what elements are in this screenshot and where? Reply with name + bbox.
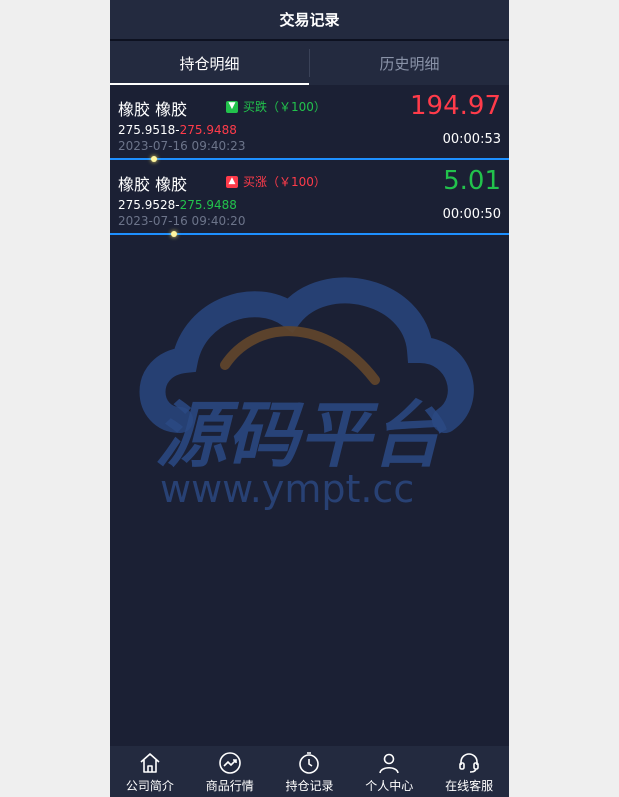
nav-label: 个人中心 [365,779,414,793]
product-name: 橡胶 橡胶 [118,100,188,119]
nav-market[interactable]: 商品行情 [190,746,270,797]
watermark-text: 源码平台 [155,393,447,477]
progress-knob [170,231,177,237]
profit-loss: 5.01 [443,166,501,196]
nav-label: 商品行情 [205,779,254,793]
elapsed-time: 00:00:50 [442,207,501,222]
nav-label: 在线客服 [445,779,494,793]
watermark-logo: 源码平台 www.ympt.cc [139,277,474,511]
trade-time: 2023-07-16 09:40:23 [118,139,246,153]
product-name: 橡胶 橡胶 [118,175,188,194]
nav-label: 公司简介 [125,779,174,793]
price-range: 275.9528-275.9488 [118,198,237,212]
headset-icon [459,753,479,773]
bottom-nav: 公司简介 商品行情 持仓记录 个人中心 在线客服 [110,746,509,797]
direction-badge: ▼ 买跌（￥100） [226,98,326,115]
nav-positions[interactable]: 持仓记录 [270,746,350,797]
open-price: 275.9518 [118,123,176,137]
header: 交易记录 [110,0,509,41]
tab-label: 历史明细 [379,54,440,73]
arrow-down-icon: ▼ [226,100,238,113]
elapsed-time: 00:00:53 [442,132,501,147]
timer-icon [299,752,320,774]
home-icon [140,753,160,773]
progress-bar [110,233,509,235]
page-title: 交易记录 [279,11,340,29]
trade-time: 2023-07-16 09:40:20 [118,214,246,228]
nav-support[interactable]: 在线客服 [429,746,509,797]
trade-item[interactable]: 橡胶 橡胶 ▲ 买涨（￥100） 275.9528-275.9488 2023-… [110,160,509,237]
direction-label: 买跌（￥100） [243,100,326,114]
direction-badge: ▲ 买涨（￥100） [226,173,326,190]
current-price: 275.9488 [179,123,237,137]
user-icon [379,753,400,774]
arrow-up-icon: ▲ [226,175,238,188]
trend-icon [218,752,241,774]
tab-label: 持仓明细 [179,54,240,73]
nav-company[interactable]: 公司简介 [110,746,190,797]
app-screen: 交易记录 持仓明细 历史明细 橡胶 橡胶 ▼ 买跌（￥100） 275.9518… [110,0,509,797]
tab-bar: 持仓明细 历史明细 [110,41,509,85]
profit-loss: 194.97 [410,91,501,121]
current-price: 275.9488 [179,198,237,212]
tab-positions[interactable]: 持仓明细 [110,41,309,85]
open-price: 275.9528 [118,198,176,212]
price-range: 275.9518-275.9488 [118,123,237,137]
direction-label: 买涨（￥100） [243,175,326,189]
watermark-url: www.ympt.cc [160,467,414,511]
tab-history[interactable]: 历史明细 [310,41,509,85]
nav-profile[interactable]: 个人中心 [349,746,429,797]
nav-label: 持仓记录 [285,779,334,793]
trade-list: 橡胶 橡胶 ▼ 买跌（￥100） 275.9518-275.9488 2023-… [110,85,509,237]
trade-item[interactable]: 橡胶 橡胶 ▼ 买跌（￥100） 275.9518-275.9488 2023-… [110,85,509,162]
